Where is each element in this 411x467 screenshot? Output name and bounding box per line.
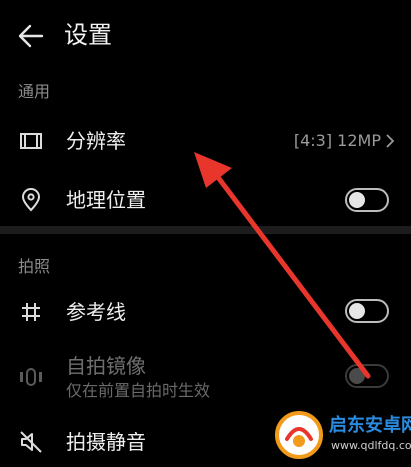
watermark-name: 启东安卓网: [329, 415, 411, 436]
resolution-label: 分辨率: [66, 129, 126, 153]
section-label-general: 通用: [18, 82, 51, 101]
toggle-knob: [349, 303, 365, 319]
section-divider: [0, 226, 411, 234]
location-pin-icon: [21, 188, 41, 212]
watermark-url: www.qdlfdq.com: [331, 439, 411, 452]
header: 设置: [0, 0, 411, 70]
setting-gridlines[interactable]: 参考线: [0, 288, 411, 336]
back-button[interactable]: [14, 20, 50, 52]
speaker-mute-icon: [20, 431, 42, 453]
resolution-value: [4:3] 12MP: [293, 131, 381, 150]
mirror-icon: [20, 368, 42, 386]
film-frame-icon: [20, 133, 42, 149]
arrow-left-icon: [18, 24, 44, 48]
setting-resolution[interactable]: 分辨率 [4:3] 12MP: [0, 116, 411, 166]
watermark-logo-icon: [275, 411, 323, 459]
mirror-label: 自拍镜像: [66, 354, 146, 378]
setting-location[interactable]: 地理位置: [0, 174, 411, 226]
location-toggle[interactable]: [345, 188, 389, 212]
chevron-right-icon: [386, 134, 395, 148]
location-label: 地理位置: [66, 188, 146, 212]
setting-selfie-mirror[interactable]: 自拍镜像 仅在前置自拍时生效: [0, 348, 411, 406]
mute-label: 拍摄静音: [66, 430, 146, 454]
toggle-knob: [349, 368, 365, 384]
grid-hash-icon: [22, 303, 40, 321]
watermark: 启东安卓网 www.qdlfdq.com: [273, 405, 411, 463]
gridlines-toggle[interactable]: [345, 299, 389, 323]
toggle-knob: [349, 192, 365, 208]
gridlines-label: 参考线: [66, 300, 126, 324]
mirror-sublabel: 仅在前置自拍时生效: [66, 381, 211, 400]
mirror-toggle[interactable]: [345, 364, 389, 388]
page-title: 设置: [64, 21, 112, 49]
section-label-photo: 拍照: [18, 257, 51, 276]
